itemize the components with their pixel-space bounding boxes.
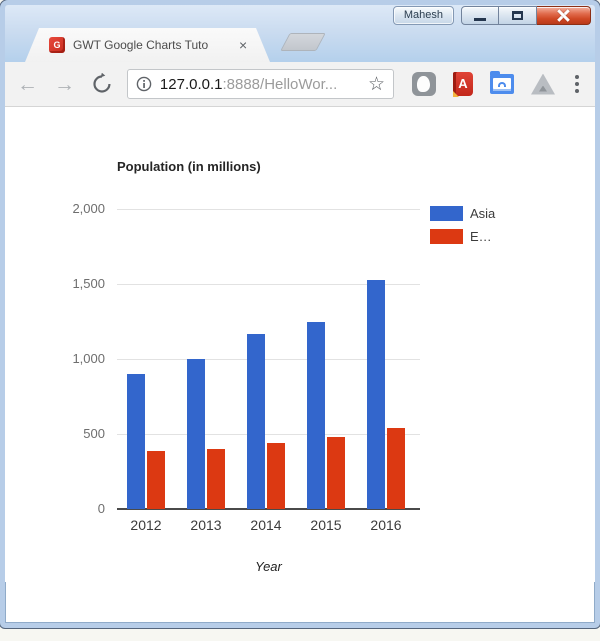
extension-webserver-icon[interactable] [490, 71, 514, 94]
gwt-favicon-icon: G [49, 37, 65, 53]
bar-europe-2016 [387, 428, 405, 509]
extension-icons: A [412, 71, 555, 96]
page-info-icon[interactable] [136, 76, 152, 92]
back-button[interactable]: ← [17, 74, 38, 95]
tab-gwt-google-charts[interactable]: G GWT Google Charts Tuto × [25, 28, 270, 62]
bar-asia-2015 [307, 321, 325, 509]
extension-dictionary-icon[interactable]: A [453, 72, 473, 96]
x-axis-tick-label: 2016 [370, 517, 402, 533]
maximize-button[interactable] [499, 6, 537, 25]
legend-label-asia: Asia [470, 206, 496, 221]
gauge-icon [498, 82, 506, 87]
minimize-icon [474, 17, 486, 21]
window-controls [461, 6, 591, 25]
extension-shield-icon[interactable] [412, 72, 436, 96]
legend-swatch-asia [430, 206, 463, 221]
page-content: Population (in millions) Year 0 500 1,000 1… [5, 107, 595, 582]
y-axis-tick-label: 500 [83, 426, 105, 441]
bar-asia-2014 [247, 333, 265, 509]
legend-swatch-europe [430, 229, 463, 244]
x-axis-title: Year [255, 559, 282, 574]
minimize-button[interactable] [461, 6, 499, 25]
x-axis-tick-label: 2013 [190, 517, 222, 533]
new-tab-button[interactable] [280, 33, 326, 51]
forward-button[interactable]: → [54, 74, 75, 95]
bar-europe-2013 [207, 449, 225, 509]
tab-strip: G GWT Google Charts Tuto × [5, 26, 595, 62]
y-axis-tick-label: 1,500 [72, 276, 105, 291]
chart-title: Population (in millions) [117, 159, 261, 174]
refresh-button[interactable] [91, 73, 113, 95]
bar-asia-2013 [187, 359, 205, 509]
bar-europe-2015 [327, 437, 345, 509]
y-axis-tick-label: 2,000 [72, 201, 105, 216]
browser-window: Mahesh G GWT Google Charts Tuto × ← → 12… [0, 0, 600, 628]
bar-europe-2014 [267, 443, 285, 509]
bar-europe-2012 [147, 450, 165, 509]
bar-asia-2012 [127, 374, 145, 509]
caption-buttons: Mahesh [392, 6, 591, 25]
tab-title: GWT Google Charts Tuto [73, 38, 209, 52]
profile-button[interactable]: Mahesh [392, 6, 454, 25]
gridline [117, 209, 420, 210]
url-path: :8888/HelloWor... [222, 75, 338, 93]
x-axis-tick-label: 2015 [310, 517, 342, 533]
close-icon [557, 9, 570, 22]
bar-asia-2016 [367, 279, 385, 509]
population-bar-chart: Population (in millions) Year 0 500 1,000 1… [5, 107, 595, 582]
address-bar[interactable]: 127.0.0.1:8888/HelloWor... ☆ [126, 69, 394, 99]
x-axis-tick-label: 2012 [130, 517, 162, 533]
chrome-menu-button[interactable] [571, 71, 583, 97]
y-axis-tick-label: 0 [97, 501, 105, 516]
google-drive-icon[interactable] [531, 73, 555, 95]
url-text: 127.0.0.1:8888/HelloWor... [160, 76, 364, 93]
y-axis-tick-label: 1,000 [72, 351, 105, 366]
maximize-icon [512, 11, 523, 20]
legend-label-europe: E… [470, 229, 492, 244]
browser-toolbar: ← → 127.0.0.1:8888/HelloWor... ☆ A [5, 62, 595, 107]
bookmark-star-icon[interactable]: ☆ [368, 75, 385, 94]
close-button[interactable] [537, 6, 591, 25]
desktop: Mahesh G GWT Google Charts Tuto × ← → 12… [0, 0, 600, 641]
x-axis-tick-label: 2014 [250, 517, 282, 533]
tab-close-icon[interactable]: × [239, 38, 247, 52]
titlebar-and-tabstrip: Mahesh G GWT Google Charts Tuto × [5, 5, 595, 62]
url-host: 127.0.0.1 [159, 75, 223, 93]
